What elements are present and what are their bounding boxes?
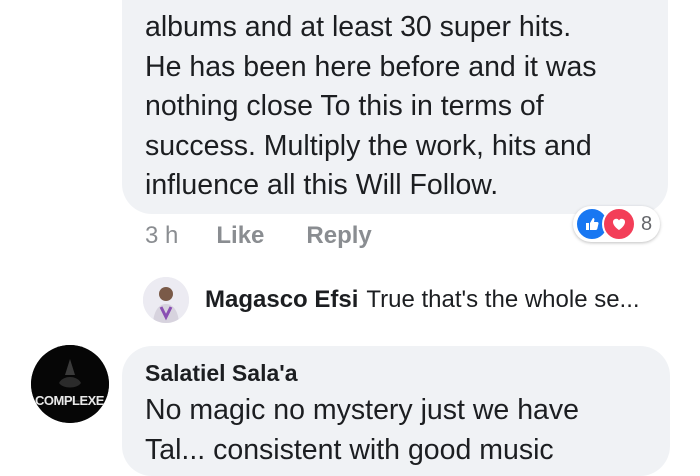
avatar[interactable] [143,277,189,323]
comment-text: No magic no mystery just we have Tal... … [145,391,579,470]
reactions-summary[interactable]: 8 [573,206,661,242]
avatar[interactable]: COMPLEXE [31,345,109,423]
heart-icon [602,207,636,241]
reaction-count: 8 [641,212,653,235]
comment-line: success. Multiply the work, hits and [145,129,592,162]
reply-author[interactable]: Magasco Efsi [205,286,358,313]
avatar-label: COMPLEXE [35,393,104,408]
comment-timestamp[interactable]: 3 h [145,222,178,250]
comment-actions: 3 h Like Reply [145,218,414,254]
comment-line: He has been here before and it was [145,50,597,83]
reply-preview[interactable]: Magasco Efsi True that's the whole se... [143,276,670,324]
comment-line: nothing close To this in terms of [145,90,544,122]
comment-text: albums and at least 30 super hits. He ha… [145,8,660,206]
comment-author[interactable]: Salatiel Sala'a [145,360,298,387]
comment-line: Tal... consistent with good music [145,433,554,466]
like-button[interactable]: Like [216,222,264,250]
reply-button[interactable]: Reply [306,222,371,250]
reply-snippet: True that's the whole se... [366,286,640,313]
reply-text: Magasco Efsi True that's the whole se... [205,286,640,314]
comment-line: albums and at least 30 super hits. [145,11,572,43]
comment-line: influence all this Will Follow. [145,169,499,201]
comment-line: No magic no mystery just we have [145,394,579,426]
